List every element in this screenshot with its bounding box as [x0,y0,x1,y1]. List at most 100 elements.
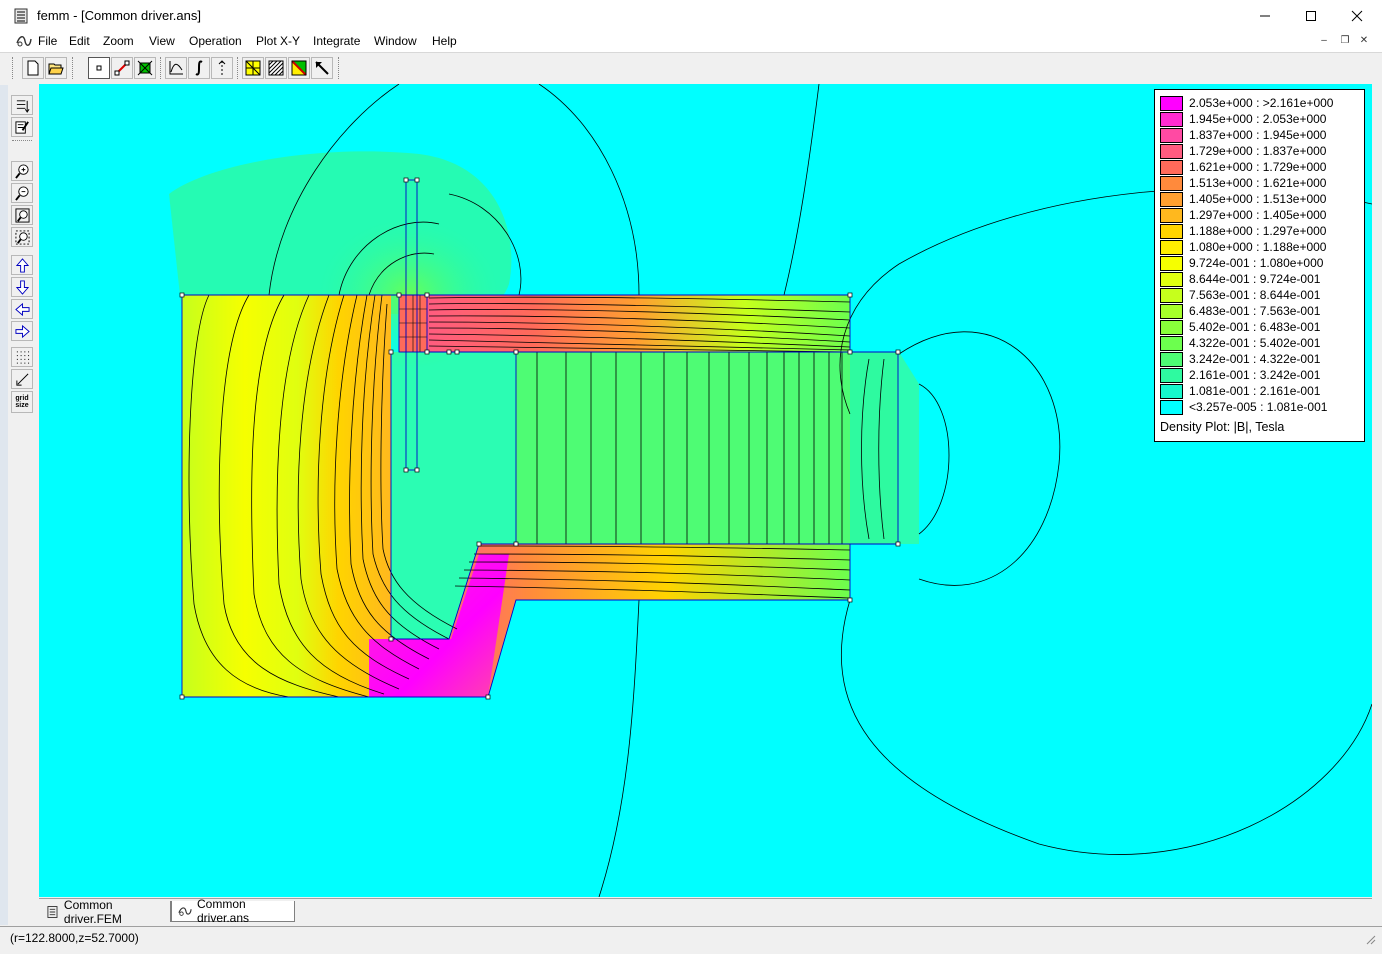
pan-up-button[interactable] [11,255,33,275]
document-icon[interactable] [15,33,33,49]
show-mesh-button[interactable] [242,57,264,79]
analysis-doc-icon [178,907,192,916]
select-arrow-button[interactable] [311,57,333,79]
new-file-icon [27,60,39,76]
close-icon [1351,10,1363,22]
menu-edit[interactable]: Edit [69,34,90,48]
toolbar-grip[interactable] [160,57,163,79]
show-vector-button[interactable] [288,57,310,79]
resize-grip-icon[interactable] [1366,935,1376,945]
legend-swatch [1160,127,1183,143]
menu-help[interactable]: Help [432,34,457,48]
legend-row: 1.837e+000 : 1.945e+000 [1160,127,1326,143]
plot-xy-button[interactable] [165,57,187,79]
tab-fem-file[interactable]: Common driver.FEM [41,898,171,926]
density-legend: 2.053e+000 : >2.161e+000 1.945e+000 : 2.0… [1154,89,1365,442]
tab-ans-file[interactable]: Common driver.ans [171,897,295,925]
legend-range-label: 1.513e+000 : 1.621e+000 [1189,176,1327,190]
legend-row: 2.053e+000 : >2.161e+000 [1160,95,1333,111]
legend-swatch [1160,287,1183,303]
magnet-core-extension [850,352,898,544]
toolbar-grip[interactable] [12,140,32,142]
legend-swatch [1160,271,1183,287]
legend-range-label: 1.297e+000 : 1.405e+000 [1189,208,1327,222]
area-mode-button[interactable] [134,57,156,79]
toolbar-grip[interactable] [12,57,15,79]
coordinate-readout: (r=122.8000,z=52.7000) [10,931,139,945]
legend-row: 1.297e+000 : 1.405e+000 [1160,207,1326,223]
new-file-button[interactable] [22,57,44,79]
legend-swatch [1160,367,1183,383]
legend-row: 9.724e-001 : 1.080e+000 [1160,255,1323,271]
legend-row: 1.945e+000 : 2.053e+000 [1160,111,1326,127]
toolbar-grip[interactable] [237,57,240,79]
zoom-natural-icon [14,207,30,223]
show-points-button[interactable] [11,95,33,115]
legend-row: 2.161e-001 : 3.242e-001 [1160,367,1320,383]
zoom-natural-button[interactable] [11,205,33,225]
close-button[interactable] [1334,0,1380,32]
menu-file[interactable]: File [38,34,57,48]
zoom-out-button[interactable] [11,183,33,203]
grid-show-icon [16,350,29,364]
legend-row: <3.257e-005 : 1.081e-001 [1160,399,1327,415]
edit-button[interactable] [11,117,33,137]
legend-swatch [1160,175,1183,191]
legend-swatch [1160,239,1183,255]
post-processor-canvas[interactable]: 2.053e+000 : >2.161e+000 1.945e+000 : 2.0… [39,84,1372,897]
zoom-window-button[interactable] [11,227,33,247]
select-arrow-icon [315,61,329,75]
menu-operation[interactable]: Operation [189,34,242,48]
menu-plot-xy[interactable]: Plot X-Y [256,34,300,48]
legend-range-label: 9.724e-001 : 1.080e+000 [1189,256,1324,270]
menu-window[interactable]: Window [374,34,417,48]
femm-doc-icon [47,905,58,918]
toolbar-grip[interactable] [72,57,75,79]
grid-show-button[interactable] [11,347,33,367]
mdi-restore-button[interactable]: ❐ [1337,34,1353,48]
grid-size-button[interactable]: grid size [11,391,33,413]
minimize-button[interactable] [1242,0,1288,32]
legend-row: 1.621e+000 : 1.729e+000 [1160,159,1326,175]
mdi-close-button[interactable]: ✕ [1356,34,1372,48]
femm-app-icon [14,8,28,24]
legend-range-label: 1.945e+000 : 2.053e+000 [1189,112,1327,126]
legend-range-label: 1.729e+000 : 1.837e+000 [1189,144,1327,158]
right-edge [1372,84,1382,924]
menu-bar: File Edit Zoom View Operation Plot X-Y I… [0,32,1382,52]
left-toolbar: grid size [8,85,36,425]
legend-range-label: 3.242e-001 : 4.322e-001 [1189,352,1321,366]
zoom-window-icon [14,229,30,245]
pan-left-button[interactable] [11,299,33,319]
snap-grid-button[interactable] [11,369,33,389]
legend-row: 8.644e-001 : 9.724e-001 [1160,271,1320,287]
line-integral-button[interactable] [211,57,233,79]
legend-swatch [1160,207,1183,223]
tab-ans-label: Common driver.ans [197,897,250,925]
toolbar-grip[interactable] [338,57,341,79]
legend-swatch [1160,95,1183,111]
zoom-in-button[interactable] [11,161,33,181]
legend-swatch [1160,399,1183,415]
maximize-button[interactable] [1288,0,1334,32]
pan-down-button[interactable] [11,277,33,297]
legend-swatch [1160,319,1183,335]
menu-view[interactable]: View [149,34,175,48]
point-mode-button[interactable] [88,57,110,79]
legend-row: 3.242e-001 : 4.322e-001 [1160,351,1320,367]
menu-zoom[interactable]: Zoom [103,34,134,48]
legend-range-label: 1.405e+000 : 1.513e+000 [1189,192,1327,206]
pan-right-button[interactable] [11,321,33,341]
pan-left-icon [14,302,30,316]
legend-row: 7.563e-001 : 8.644e-001 [1160,287,1320,303]
show-density-button[interactable] [265,57,287,79]
edit-icon [14,120,29,134]
open-file-button[interactable] [45,57,67,79]
integrate-button[interactable] [188,57,210,79]
mdi-minimize-button[interactable]: – [1316,34,1332,48]
menu-integrate[interactable]: Integrate [313,34,360,48]
legend-range-label: 1.081e-001 : 2.161e-001 [1189,384,1321,398]
contour-mode-button[interactable] [111,57,133,79]
area-mode-icon [137,60,153,76]
legend-swatch [1160,335,1183,351]
